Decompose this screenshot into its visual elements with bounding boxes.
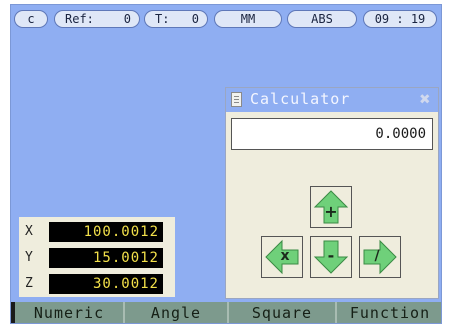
divide-key[interactable]: /: [359, 236, 401, 278]
axis-row-y[interactable]: Y 15.0012: [19, 246, 175, 270]
softkey-function[interactable]: Function: [335, 302, 441, 323]
mode-indicator: c: [14, 10, 48, 28]
ref-value: 0: [123, 12, 131, 26]
axis-row-x[interactable]: X 100.0012: [19, 220, 175, 244]
coord-mode-indicator: ABS: [287, 10, 357, 28]
add-key[interactable]: +: [310, 186, 352, 228]
ref-label: Ref:: [65, 12, 94, 26]
calculator-titlebar: Calculator ✖: [226, 88, 438, 112]
close-icon[interactable]: ✖: [416, 91, 434, 109]
calculator-display: 0.0000: [231, 118, 433, 150]
subtract-key[interactable]: -: [310, 236, 352, 278]
coord-mode-value: ABS: [311, 12, 333, 26]
axis-name: X: [25, 224, 33, 239]
units-indicator: MM: [214, 10, 282, 28]
calculator-title: Calculator: [250, 90, 351, 108]
clock-time: 09 : 19: [374, 12, 426, 26]
mode-letter: c: [27, 12, 35, 26]
softkey-numeric[interactable]: Numeric: [11, 302, 123, 323]
axis-row-z[interactable]: Z 30.0012: [19, 272, 175, 296]
axis-value: 100.0012: [49, 222, 163, 242]
multiply-glyph: x: [280, 248, 290, 264]
softkey-bar: Numeric Angle Square Function: [11, 302, 441, 323]
axis-name: Z: [25, 276, 33, 291]
softkey-square[interactable]: Square: [227, 302, 335, 323]
status-bar: c Ref: 0 T: 0 MM ABS 09 : 19: [11, 5, 441, 33]
subtract-glyph: -: [327, 246, 335, 265]
divide-glyph: /: [374, 248, 380, 264]
dro-screen: c Ref: 0 T: 0 MM ABS 09 : 19 Calculator …: [10, 4, 442, 324]
tool-label: T:: [155, 12, 170, 26]
tool-value: 0: [191, 12, 199, 26]
calculator-doc-icon: [231, 92, 242, 107]
axis-value: 15.0012: [49, 248, 163, 268]
clock: 09 : 19: [363, 10, 437, 28]
units-value: MM: [240, 12, 256, 26]
add-glyph: +: [324, 202, 338, 221]
ref-indicator: Ref: 0: [54, 10, 140, 28]
multiply-key[interactable]: x: [261, 236, 303, 278]
axis-name: Y: [25, 250, 33, 265]
axis-readout: X 100.0012 Y 15.0012 Z 30.0012: [19, 217, 175, 297]
axis-value: 30.0012: [49, 274, 163, 294]
tool-indicator: T: 0: [144, 10, 208, 28]
calculator-window: Calculator ✖ 0.0000 + x - /: [225, 87, 439, 299]
softkey-angle[interactable]: Angle: [123, 302, 227, 323]
